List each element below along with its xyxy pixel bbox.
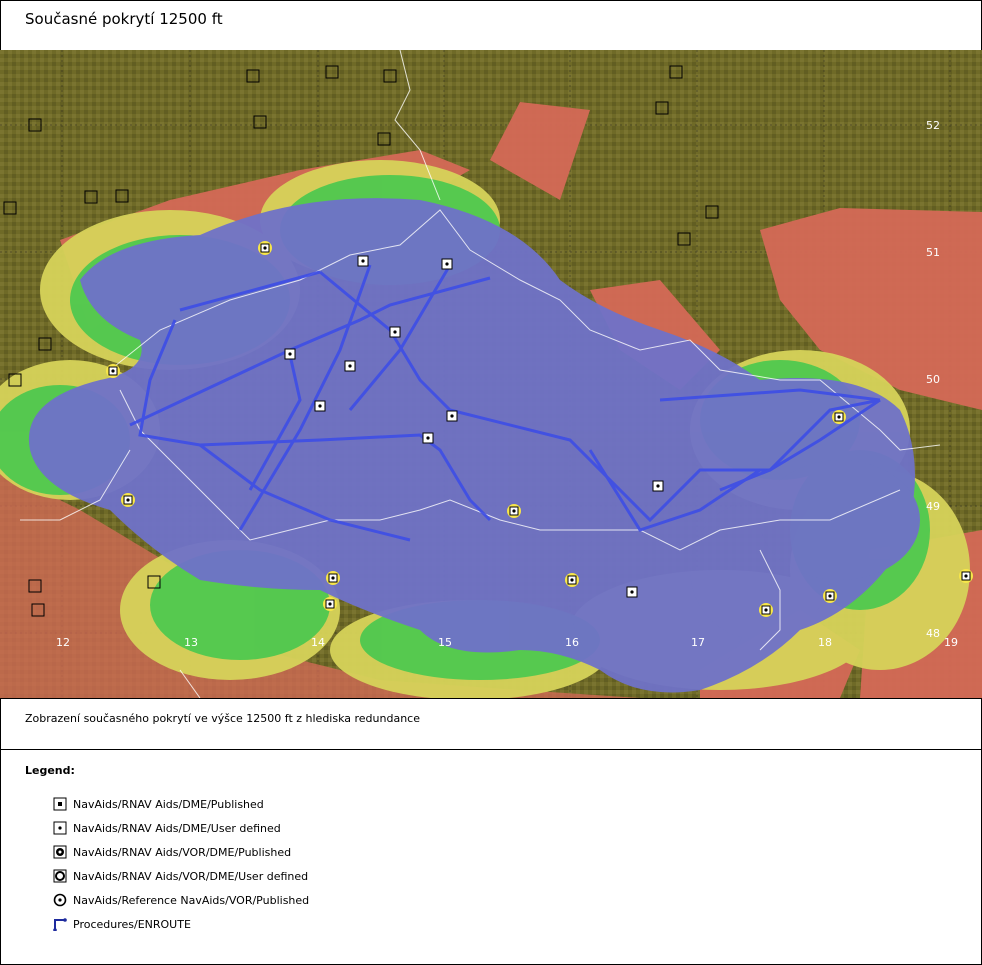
lon-label: 19 xyxy=(944,636,958,649)
legend-item-reference-vor: NavAids/Reference NavAids/VOR/Published xyxy=(53,892,309,908)
dme-marker[interactable] xyxy=(389,326,401,338)
lon-label: 12 xyxy=(56,636,70,649)
legend-item-enroute: Procedures/ENROUTE xyxy=(53,916,191,932)
vor-dme-marker[interactable] xyxy=(823,589,837,603)
vor-dme-marker[interactable] xyxy=(323,597,337,611)
lon-label: 18 xyxy=(818,636,832,649)
legend-item-vor-dme-user-defined: NavAids/RNAV Aids/VOR/DME/User defined xyxy=(53,868,308,884)
legend-label: NavAids/RNAV Aids/DME/User defined xyxy=(73,821,281,835)
lat-label: 48 xyxy=(926,627,940,640)
caption-bar: Zobrazení současného pokrytí ve výšce 12… xyxy=(0,698,982,750)
dme-marker[interactable] xyxy=(284,348,296,360)
vor-dme-marker[interactable] xyxy=(759,603,773,617)
legend-label: NavAids/RNAV Aids/VOR/DME/Published xyxy=(73,845,292,859)
dme-user-defined-icon xyxy=(53,821,67,835)
legend-heading: Legend: xyxy=(25,764,75,777)
dme-marker[interactable] xyxy=(446,410,458,422)
dme-marker[interactable] xyxy=(422,432,434,444)
map-caption: Zobrazení současného pokrytí ve výšce 12… xyxy=(25,712,420,725)
dme-published-icon xyxy=(53,797,67,811)
lon-label: 16 xyxy=(565,636,579,649)
dme-marker[interactable] xyxy=(652,480,664,492)
vor-dme-marker[interactable] xyxy=(565,573,579,587)
map-canvas[interactable]: 12 13 14 15 16 17 18 19 52 51 50 49 48 xyxy=(0,50,982,698)
lon-label: 13 xyxy=(184,636,198,649)
vor-dme-marker[interactable] xyxy=(959,569,973,583)
reference-vor-icon xyxy=(53,893,67,907)
dme-marker[interactable] xyxy=(441,258,453,270)
vor-dme-marker[interactable] xyxy=(832,410,846,424)
dme-marker[interactable] xyxy=(314,400,326,412)
legend-label: NavAids/RNAV Aids/DME/Published xyxy=(73,797,264,811)
legend-item-dme-user-defined: NavAids/RNAV Aids/DME/User defined xyxy=(53,820,281,836)
enroute-procedure-icon xyxy=(53,918,67,931)
lon-label: 17 xyxy=(691,636,705,649)
vor-dme-marker[interactable] xyxy=(326,571,340,585)
legend-item-dme-published: NavAids/RNAV Aids/DME/Published xyxy=(53,796,264,812)
legend-label: Procedures/ENROUTE xyxy=(73,917,191,931)
map-title: Současné pokrytí 12500 ft xyxy=(25,10,223,28)
dme-marker[interactable] xyxy=(344,360,356,372)
dme-marker[interactable] xyxy=(626,586,638,598)
legend-label: NavAids/RNAV Aids/VOR/DME/User defined xyxy=(73,869,309,883)
vor-dme-user-defined-icon xyxy=(53,869,67,883)
lat-label: 50 xyxy=(926,373,940,386)
legend: Legend: NavAids/RNAV Aids/DME/Published … xyxy=(0,749,982,965)
vor-dme-marker[interactable] xyxy=(258,241,272,255)
title-bar: Současné pokrytí 12500 ft xyxy=(0,0,982,51)
lon-label: 14 xyxy=(311,636,325,649)
coverage-map[interactable]: 12 13 14 15 16 17 18 19 52 51 50 49 48 xyxy=(0,50,982,698)
vor-dme-marker[interactable] xyxy=(121,493,135,507)
lat-label: 52 xyxy=(926,119,940,132)
lat-label: 49 xyxy=(926,500,940,513)
vor-dme-marker[interactable] xyxy=(106,364,120,378)
lat-label: 51 xyxy=(926,246,940,259)
lon-label: 15 xyxy=(438,636,452,649)
vor-dme-published-icon xyxy=(53,845,67,859)
legend-item-vor-dme-published: NavAids/RNAV Aids/VOR/DME/Published xyxy=(53,844,291,860)
vor-dme-marker[interactable] xyxy=(507,504,521,518)
legend-label: NavAids/Reference NavAids/VOR/Published xyxy=(73,893,310,907)
dme-marker[interactable] xyxy=(357,255,369,267)
